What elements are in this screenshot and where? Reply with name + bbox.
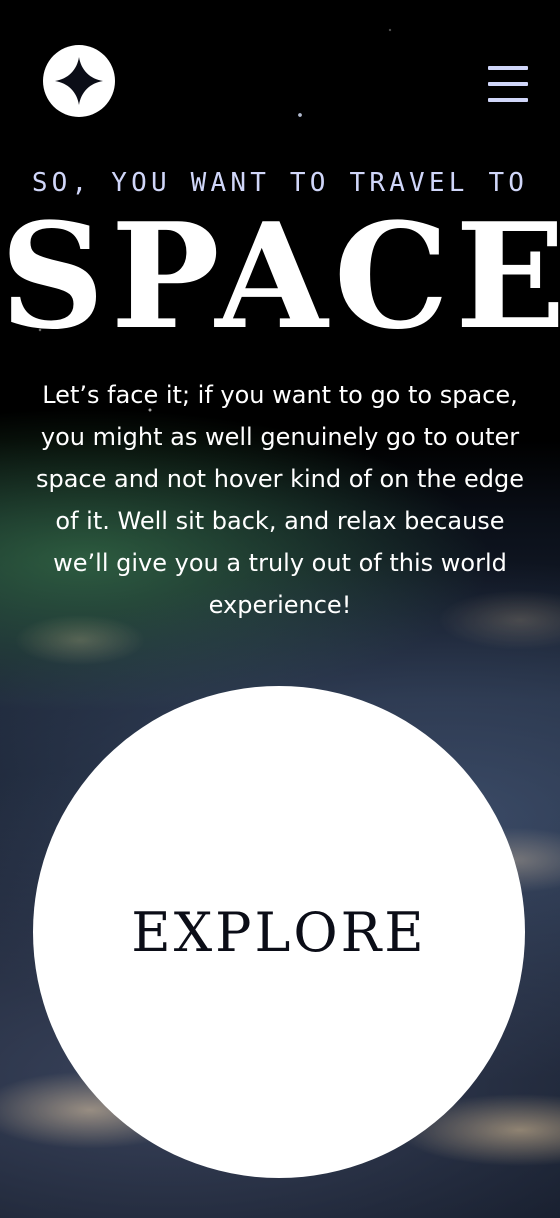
explore-button-label: EXPLORE (131, 900, 427, 964)
hero-body-text: Let’s face it; if you want to go to spac… (35, 381, 525, 619)
hero-section: SO, YOU WANT TO TRAVEL TO SPACE Let’s fa… (0, 0, 560, 1218)
hero-title: SPACE (0, 192, 560, 362)
explore-button[interactable]: EXPLORE (33, 686, 525, 1178)
